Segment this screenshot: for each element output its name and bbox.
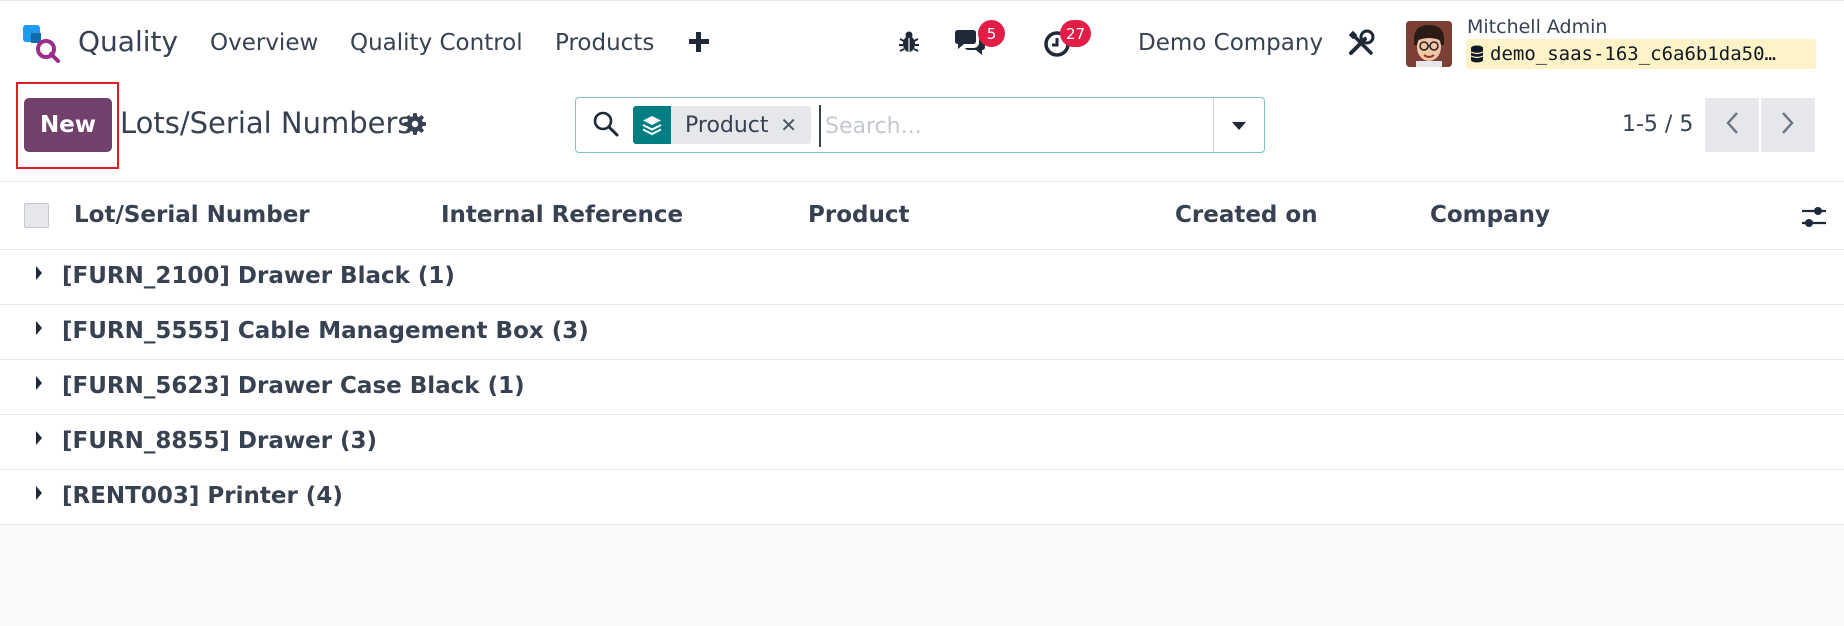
caret-right-icon <box>34 484 44 506</box>
group-row[interactable]: [FURN_2100] Drawer Black (1) <box>0 250 1844 305</box>
group-label: [FURN_8855] Drawer (3) <box>62 428 378 454</box>
database-name: demo_saas-163_c6a6b1da50… <box>1490 43 1776 65</box>
caret-right-icon <box>34 264 44 286</box>
plus-icon[interactable] <box>686 29 712 55</box>
column-company[interactable]: Company <box>1430 202 1550 228</box>
group-row[interactable]: [FURN_8855] Drawer (3) <box>0 415 1844 470</box>
menu-overview[interactable]: Overview <box>210 30 318 56</box>
company-switcher[interactable]: Demo Company <box>1138 30 1323 56</box>
menu-quality-control[interactable]: Quality Control <box>350 30 523 56</box>
layers-icon <box>633 106 671 144</box>
settings-tools-icon[interactable] <box>1347 29 1375 61</box>
group-row[interactable]: [FURN_5623] Drawer Case Black (1) <box>0 360 1844 415</box>
sliders-icon[interactable] <box>1800 204 1828 234</box>
group-row[interactable]: [FURN_5555] Cable Management Box (3) <box>0 305 1844 360</box>
close-icon[interactable]: ✕ <box>780 113 797 137</box>
database-badge: demo_saas-163_c6a6b1da50… <box>1466 39 1816 69</box>
column-internal-reference[interactable]: Internal Reference <box>441 202 683 228</box>
app-name[interactable]: Quality <box>78 25 178 58</box>
activities-badge: 27 <box>1060 20 1092 47</box>
facet-label: Product <box>685 112 769 138</box>
bug-icon[interactable] <box>896 29 922 59</box>
group-label: [RENT003] Printer (4) <box>62 483 343 509</box>
page-title: Lots/Serial Numbers <box>120 106 413 140</box>
search-icon[interactable] <box>592 110 620 142</box>
column-created-on[interactable]: Created on <box>1175 202 1318 228</box>
caret-right-icon <box>34 429 44 451</box>
user-name[interactable]: Mitchell Admin <box>1467 16 1607 38</box>
caret-right-icon <box>34 319 44 341</box>
pager-previous-button[interactable] <box>1705 98 1759 152</box>
group-row[interactable]: [RENT003] Printer (4) <box>0 470 1844 525</box>
messages-badge: 5 <box>978 20 1005 47</box>
new-button[interactable]: New <box>24 98 112 152</box>
search-facet[interactable]: Product ✕ <box>633 106 811 144</box>
gear-icon[interactable] <box>403 112 427 136</box>
pager-next-button[interactable] <box>1761 98 1815 152</box>
column-lot-serial-number[interactable]: Lot/Serial Number <box>74 202 310 228</box>
quality-logo-icon[interactable] <box>22 23 62 63</box>
list-header: Lot/Serial Number Internal Reference Pro… <box>0 182 1844 250</box>
search-options-toggle[interactable] <box>1213 98 1264 152</box>
chevron-right-icon <box>1781 111 1795 139</box>
search-bar: Product ✕ <box>575 97 1265 153</box>
chevron-left-icon <box>1725 111 1739 139</box>
menu-products[interactable]: Products <box>555 30 654 56</box>
column-product[interactable]: Product <box>808 202 909 228</box>
control-panel: New Lots/Serial Numbers Product ✕ Search… <box>0 82 1844 182</box>
pager-value[interactable]: 1-5 / 5 <box>1622 112 1693 137</box>
top-navbar: Quality Overview Quality Control Product… <box>0 0 1844 82</box>
group-label: [FURN_5623] Drawer Case Black (1) <box>62 373 525 399</box>
avatar[interactable] <box>1406 21 1452 67</box>
search-input[interactable] <box>819 105 1187 147</box>
caret-down-icon <box>1231 116 1247 135</box>
select-all-checkbox[interactable] <box>24 203 49 228</box>
database-icon <box>1470 45 1484 63</box>
caret-right-icon <box>34 374 44 396</box>
group-label: [FURN_2100] Drawer Black (1) <box>62 263 455 289</box>
group-label: [FURN_5555] Cable Management Box (3) <box>62 318 589 344</box>
